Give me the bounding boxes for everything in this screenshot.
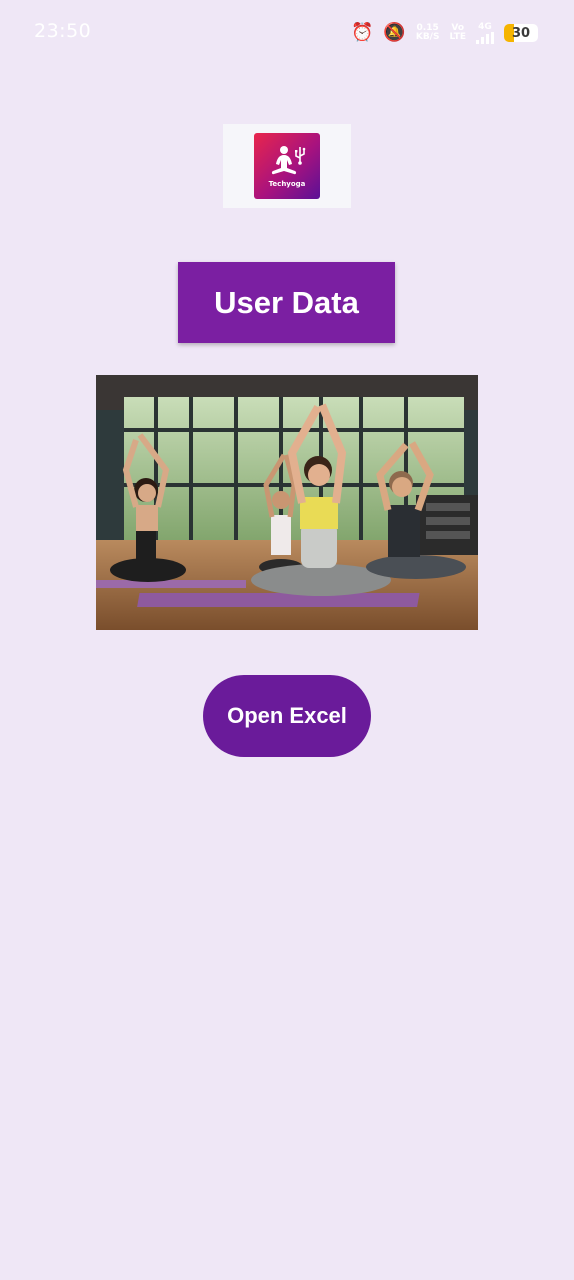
app-logo: Techyoga — [223, 124, 351, 208]
status-bar: 23:50 ⏰ 🔕 0.15 KB/S Vo LTE 4G 30 — [0, 0, 574, 64]
signal-icon — [476, 31, 494, 44]
signal-indicator: 4G — [476, 21, 494, 44]
status-time: 23:50 — [34, 20, 92, 42]
status-icons: ⏰ 🔕 0.15 KB/S Vo LTE 4G 30 — [351, 20, 538, 46]
volte-bottom: LTE — [449, 32, 466, 42]
open-excel-button[interactable]: Open Excel — [203, 675, 371, 757]
open-excel-label: Open Excel — [227, 703, 347, 728]
meditation-usb-icon — [271, 146, 306, 175]
logo-tile: Techyoga — [254, 133, 320, 199]
user-data-title: User Data — [178, 262, 395, 343]
volte-indicator: Vo LTE — [449, 24, 466, 42]
bell-muted-icon: 🔕 — [383, 22, 406, 43]
yoga-class-image — [96, 375, 478, 630]
data-speed-indicator: 0.15 KB/S — [416, 24, 440, 42]
yoga-class-photo — [96, 375, 478, 630]
logo-text: Techyoga — [268, 180, 306, 188]
alarm-icon: ⏰ — [351, 22, 374, 43]
title-text: User Data — [214, 284, 359, 320]
data-speed-unit: KB/S — [415, 32, 440, 42]
battery-icon: 30 — [504, 24, 538, 42]
network-label: 4G — [478, 21, 492, 32]
battery-level: 30 — [511, 25, 531, 41]
